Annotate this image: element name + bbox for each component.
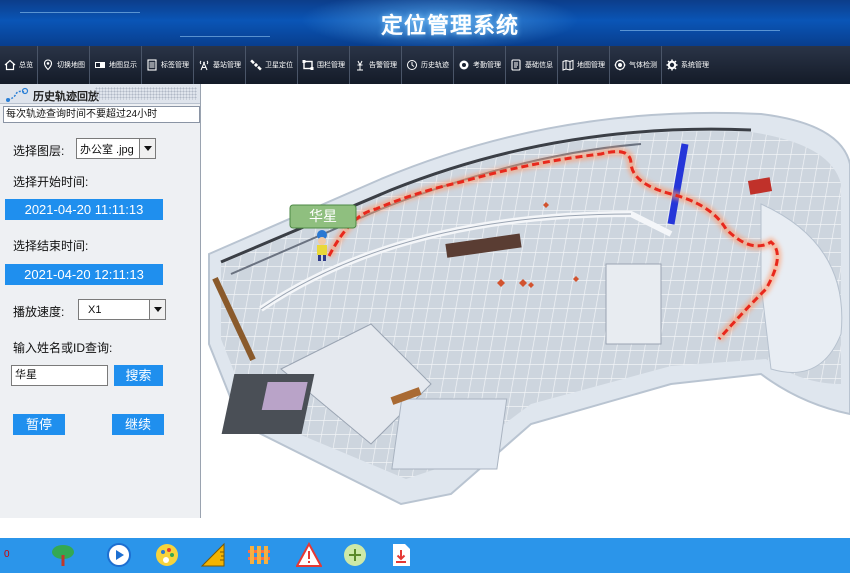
floor-plan-svg: 华星	[208, 111, 850, 506]
nav-label: 告警管理	[369, 62, 397, 69]
top-nav: 总览 切换地图 地图显示 标签管理 基站管理 卫星定位 围栏管理 告警管理 历史…	[0, 46, 850, 84]
gas-sensor-icon	[614, 59, 626, 71]
map-manage-icon	[562, 59, 574, 71]
app-title: 定位管理系统	[380, 13, 519, 38]
query-label: 输入姓名或ID查询:	[13, 341, 113, 355]
nav-label: 历史轨迹	[421, 62, 449, 69]
room-right	[605, 263, 662, 345]
person-label: 华星	[309, 208, 337, 224]
end-time-input[interactable]: 2021-04-20 12:11:13	[5, 264, 163, 285]
track-route-icon	[5, 86, 31, 103]
fence-icon	[302, 59, 314, 71]
nav-item-fence-manage[interactable]: 围栏管理	[298, 46, 350, 84]
search-button[interactable]: 搜索	[114, 365, 163, 386]
bottom-toolbar: 0	[0, 538, 850, 573]
nav-item-tag-manage[interactable]: 标签管理	[142, 46, 194, 84]
tree-icon[interactable]	[50, 542, 76, 568]
nav-item-attendance[interactable]: 考勤管理	[454, 46, 506, 84]
app-header: 定位管理系统	[0, 0, 850, 46]
alarm-icon	[354, 59, 366, 71]
gear-icon	[666, 59, 678, 71]
export-icon[interactable]	[388, 542, 414, 568]
home-icon	[4, 59, 16, 71]
palette-icon[interactable]	[154, 542, 180, 568]
name-id-search-input[interactable]: 华星	[11, 365, 108, 386]
nav-label: 气体检测	[629, 62, 657, 69]
map-canvas[interactable]: 华星	[201, 84, 850, 518]
chevron-down-icon[interactable]	[149, 300, 165, 319]
nav-label: 地图管理	[577, 62, 605, 69]
alarm-count: 0	[4, 549, 10, 560]
chevron-down-icon[interactable]	[139, 139, 155, 158]
header-dot-pattern	[95, 87, 197, 100]
nav-label: 总览	[19, 62, 33, 69]
add-icon[interactable]	[342, 542, 368, 568]
nav-label: 地图显示	[109, 62, 137, 69]
layer-label: 选择图层:	[13, 144, 65, 158]
history-icon	[406, 59, 418, 71]
nav-label: 基础信息	[525, 62, 553, 69]
start-time-label: 选择开始时间:	[13, 175, 89, 189]
speed-value: X1	[88, 303, 102, 316]
nav-label: 围栏管理	[317, 62, 345, 69]
nav-item-alarm-manage[interactable]: 告警管理	[350, 46, 402, 84]
nav-item-overview[interactable]: 总览	[0, 46, 38, 84]
nav-item-station-manage[interactable]: 基站管理	[194, 46, 246, 84]
nav-item-switch-map[interactable]: 切换地图	[38, 46, 90, 84]
nav-item-history-track[interactable]: 历史轨迹	[402, 46, 454, 84]
layer-value: 办公室 .jpg	[80, 143, 134, 156]
query-notice: 每次轨迹查询时间不要超过24小时	[3, 106, 200, 123]
nav-label: 系统管理	[681, 62, 709, 69]
end-time-label: 选择结束时间:	[13, 239, 89, 253]
satellite-icon	[250, 59, 262, 71]
history-track-panel: 历史轨迹回放 每次轨迹查询时间不要超过24小时 选择图层: 办公室 .jpg 选…	[0, 84, 201, 518]
speed-select[interactable]: X1	[78, 299, 166, 320]
nav-item-satellite[interactable]: 卫星定位	[246, 46, 298, 84]
map-pin-icon	[42, 59, 54, 71]
ruler-icon[interactable]	[200, 542, 226, 568]
play-icon[interactable]	[106, 542, 132, 568]
panel-title: 历史轨迹回放	[33, 90, 99, 103]
layer-select[interactable]: 办公室 .jpg	[76, 138, 156, 159]
nav-item-gas-detect[interactable]: 气体检测	[610, 46, 662, 84]
nav-item-basic-info[interactable]: 基础信息	[506, 46, 558, 84]
nav-label: 卫星定位	[265, 62, 293, 69]
room-furniture	[261, 382, 308, 410]
tag-list-icon	[146, 59, 158, 71]
pause-button[interactable]: 暂停	[13, 414, 65, 435]
glass-room	[391, 398, 508, 470]
nav-item-system-manage[interactable]: 系统管理	[662, 46, 713, 84]
panel-header: 历史轨迹回放	[0, 84, 200, 104]
nav-item-map-manage[interactable]: 地图管理	[558, 46, 610, 84]
nav-label: 切换地图	[57, 62, 85, 69]
start-time-input[interactable]: 2021-04-20 11:11:13	[5, 199, 163, 220]
warning-icon[interactable]	[296, 542, 322, 568]
nav-label: 考勤管理	[473, 62, 501, 69]
app-window: { "header": { "title": "定位管理系统" }, "nav"…	[0, 0, 850, 573]
nav-label: 标签管理	[161, 62, 189, 69]
fence-tool-icon[interactable]	[246, 542, 272, 568]
display-icon	[94, 59, 106, 71]
antenna-icon	[198, 59, 210, 71]
info-doc-icon	[510, 59, 522, 71]
resume-button[interactable]: 继续	[112, 414, 164, 435]
nav-label: 基站管理	[213, 62, 241, 69]
speed-label: 播放速度:	[13, 305, 65, 319]
nav-item-map-display[interactable]: 地图显示	[90, 46, 142, 84]
attendance-icon	[458, 59, 470, 71]
